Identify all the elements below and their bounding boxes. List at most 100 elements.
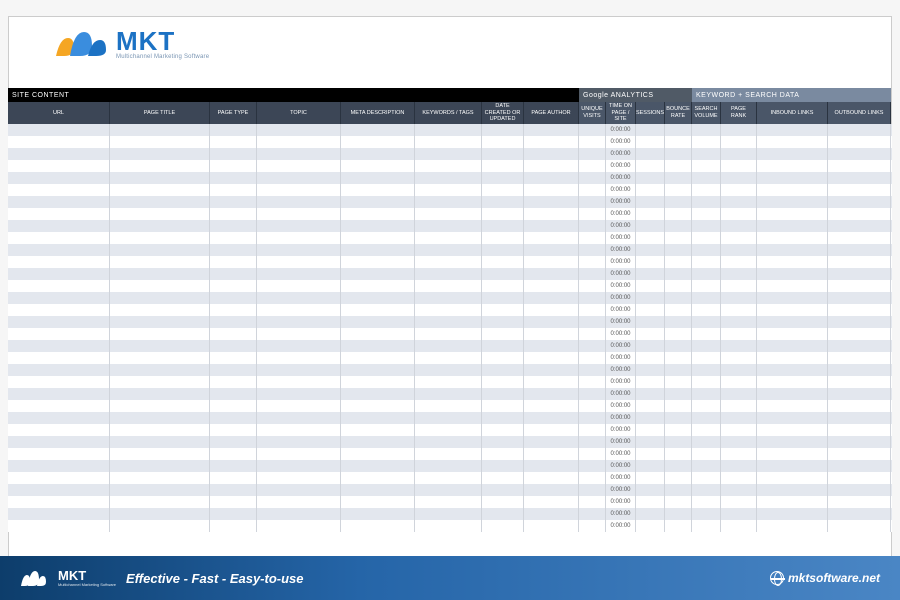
cell-page_title[interactable] [110,196,210,208]
cell-page_type[interactable] [210,220,257,232]
cell-keywords[interactable] [415,232,482,244]
cell-bounce[interactable] [665,220,692,232]
cell-page_rank[interactable] [721,352,757,364]
cell-inbound[interactable] [757,292,828,304]
cell-date[interactable] [482,208,524,220]
cell-outbound[interactable] [828,484,891,496]
cell-url[interactable] [8,304,110,316]
cell-meta_desc[interactable] [341,508,415,520]
cell-author[interactable] [524,172,579,184]
cell-page_title[interactable] [110,388,210,400]
cell-sessions[interactable] [636,436,665,448]
cell-page_title[interactable] [110,436,210,448]
cell-search_vol[interactable] [692,472,721,484]
cell-topic[interactable] [257,376,341,388]
cell-date[interactable] [482,436,524,448]
cell-date[interactable] [482,496,524,508]
cell-page_title[interactable] [110,304,210,316]
cell-page_title[interactable] [110,340,210,352]
cell-bounce[interactable] [665,244,692,256]
cell-inbound[interactable] [757,160,828,172]
cell-keywords[interactable] [415,148,482,160]
cell-search_vol[interactable] [692,196,721,208]
cell-search_vol[interactable] [692,400,721,412]
cell-author[interactable] [524,388,579,400]
cell-meta_desc[interactable] [341,364,415,376]
cell-search_vol[interactable] [692,124,721,136]
cell-search_vol[interactable] [692,244,721,256]
cell-author[interactable] [524,148,579,160]
cell-page_title[interactable] [110,520,210,532]
cell-time_on_page[interactable]: 0:00:00 [606,412,636,424]
cell-url[interactable] [8,388,110,400]
cell-page_rank[interactable] [721,508,757,520]
cell-visits[interactable] [579,196,606,208]
cell-time_on_page[interactable]: 0:00:00 [606,460,636,472]
cell-meta_desc[interactable] [341,340,415,352]
cell-sessions[interactable] [636,148,665,160]
cell-url[interactable] [8,496,110,508]
cell-page_type[interactable] [210,184,257,196]
cell-keywords[interactable] [415,292,482,304]
cell-author[interactable] [524,352,579,364]
cell-outbound[interactable] [828,160,891,172]
cell-date[interactable] [482,280,524,292]
footer-url[interactable]: mktsoftware.net [770,571,880,585]
cell-sessions[interactable] [636,280,665,292]
cell-date[interactable] [482,220,524,232]
cell-author[interactable] [524,412,579,424]
cell-topic[interactable] [257,160,341,172]
cell-sessions[interactable] [636,268,665,280]
cell-visits[interactable] [579,460,606,472]
cell-url[interactable] [8,232,110,244]
cell-sessions[interactable] [636,328,665,340]
cell-page_rank[interactable] [721,256,757,268]
cell-time_on_page[interactable]: 0:00:00 [606,208,636,220]
cell-sessions[interactable] [636,448,665,460]
cell-topic[interactable] [257,328,341,340]
cell-page_rank[interactable] [721,436,757,448]
cell-url[interactable] [8,460,110,472]
cell-page_type[interactable] [210,352,257,364]
cell-meta_desc[interactable] [341,400,415,412]
cell-outbound[interactable] [828,472,891,484]
cell-visits[interactable] [579,340,606,352]
cell-search_vol[interactable] [692,340,721,352]
cell-author[interactable] [524,196,579,208]
cell-page_type[interactable] [210,364,257,376]
cell-url[interactable] [8,484,110,496]
cell-sessions[interactable] [636,484,665,496]
cell-outbound[interactable] [828,220,891,232]
cell-page_title[interactable] [110,268,210,280]
cell-sessions[interactable] [636,124,665,136]
cell-bounce[interactable] [665,508,692,520]
cell-topic[interactable] [257,352,341,364]
cell-inbound[interactable] [757,220,828,232]
cell-page_type[interactable] [210,496,257,508]
cell-author[interactable] [524,136,579,148]
cell-bounce[interactable] [665,208,692,220]
cell-sessions[interactable] [636,208,665,220]
cell-url[interactable] [8,136,110,148]
cell-date[interactable] [482,292,524,304]
cell-search_vol[interactable] [692,352,721,364]
cell-bounce[interactable] [665,232,692,244]
cell-sessions[interactable] [636,160,665,172]
cell-date[interactable] [482,316,524,328]
cell-time_on_page[interactable]: 0:00:00 [606,136,636,148]
cell-sessions[interactable] [636,424,665,436]
cell-outbound[interactable] [828,304,891,316]
cell-page_rank[interactable] [721,340,757,352]
cell-keywords[interactable] [415,220,482,232]
cell-topic[interactable] [257,232,341,244]
cell-page_title[interactable] [110,364,210,376]
cell-page_type[interactable] [210,424,257,436]
cell-sessions[interactable] [636,388,665,400]
cell-visits[interactable] [579,364,606,376]
cell-topic[interactable] [257,268,341,280]
cell-meta_desc[interactable] [341,292,415,304]
cell-date[interactable] [482,148,524,160]
cell-page_title[interactable] [110,292,210,304]
cell-author[interactable] [524,376,579,388]
cell-url[interactable] [8,424,110,436]
